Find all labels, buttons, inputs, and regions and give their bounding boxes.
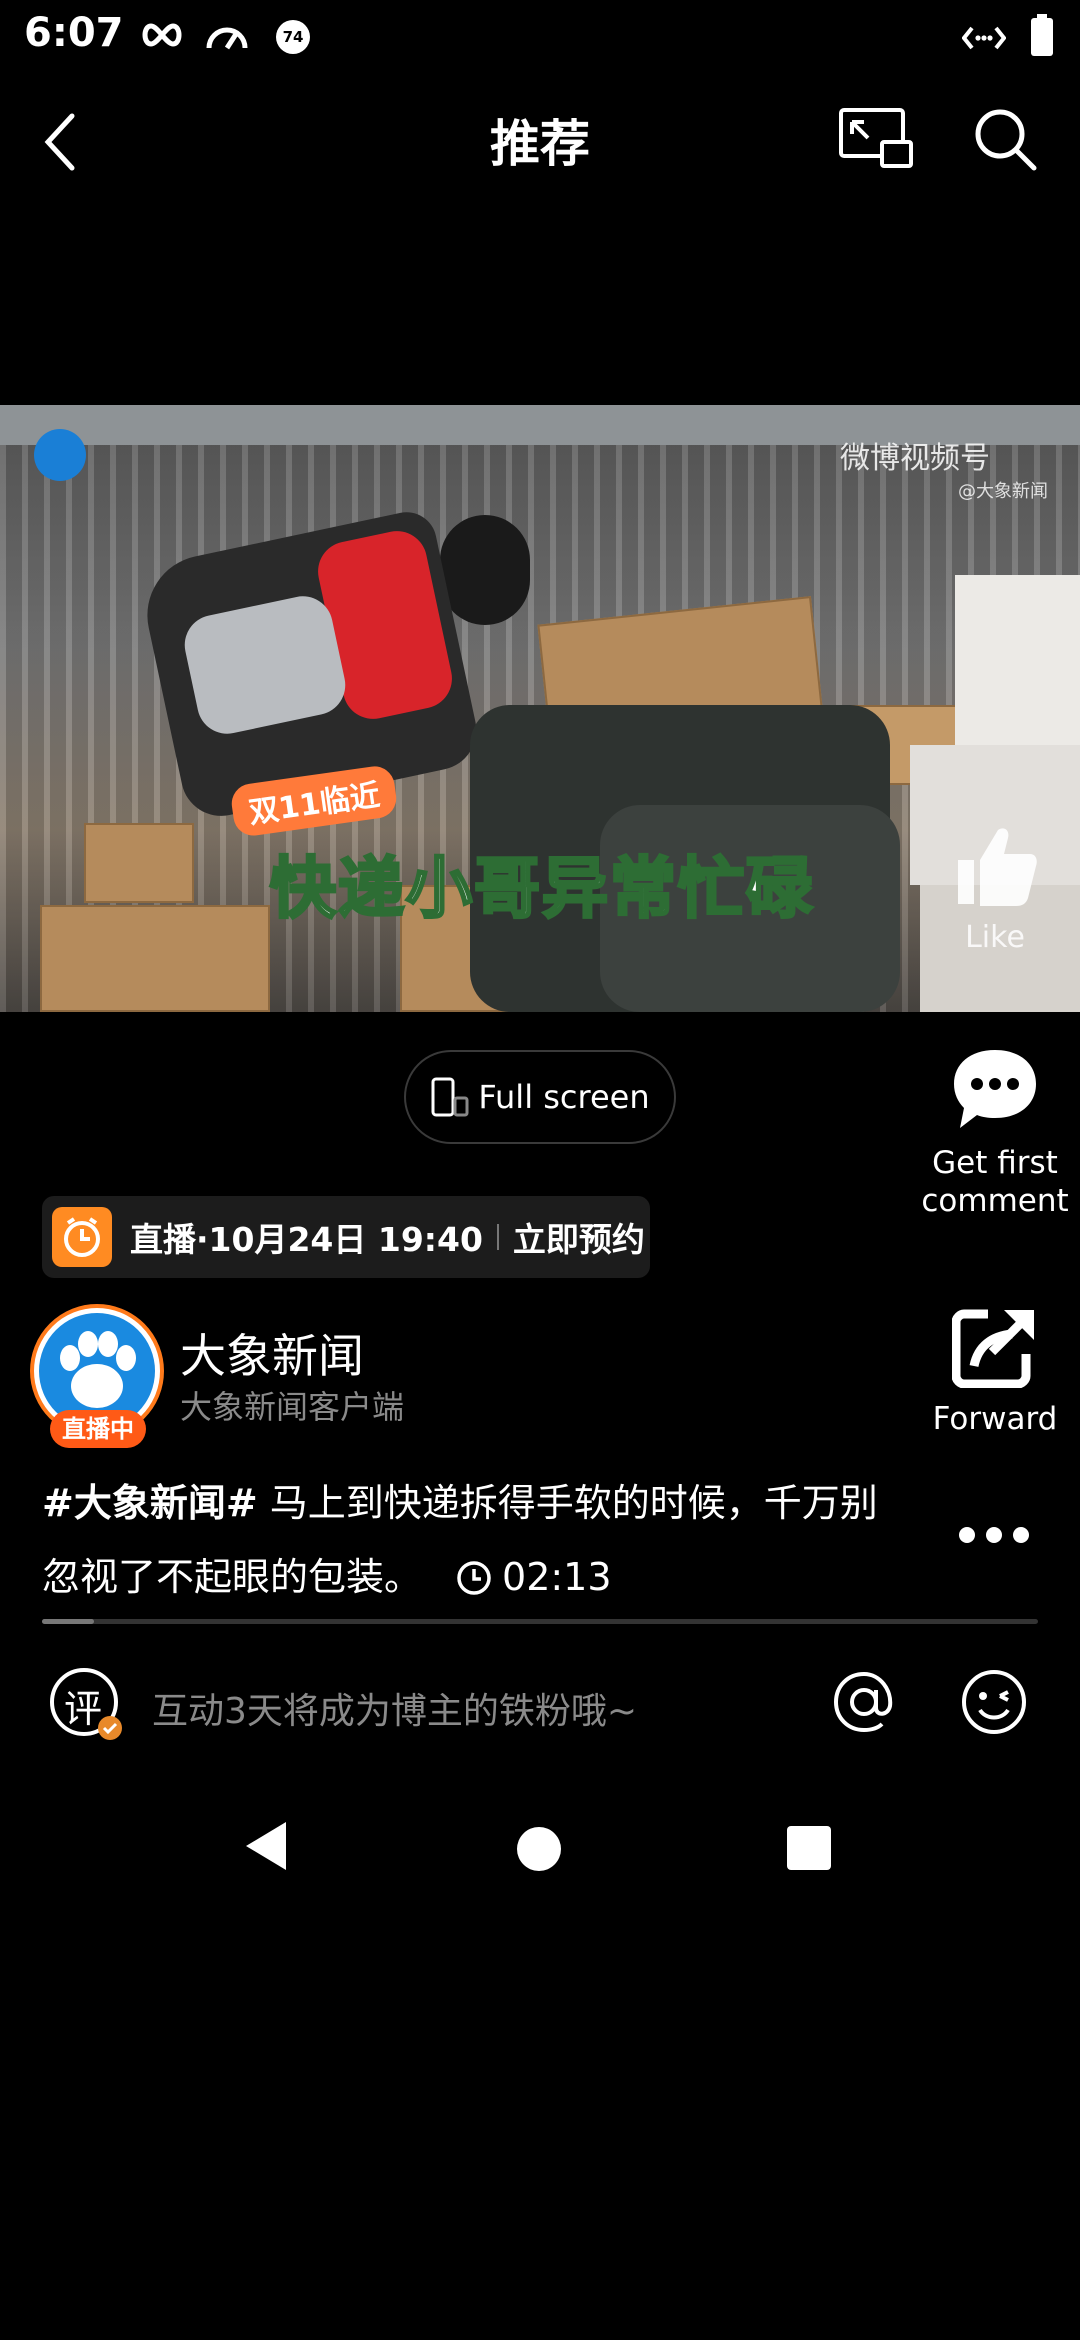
page-title: 推荐 bbox=[490, 115, 590, 173]
speedometer-icon bbox=[206, 27, 248, 50]
full-screen-label: Full screen bbox=[478, 1078, 650, 1116]
battery-icon bbox=[1031, 14, 1053, 56]
more-options-icon[interactable] bbox=[958, 1525, 1030, 1545]
comment-bubble-icon bbox=[954, 1050, 1036, 1128]
video-white-box bbox=[955, 575, 1080, 745]
alarm-clock-icon bbox=[52, 1207, 112, 1267]
forward-label: Forward bbox=[932, 1401, 1058, 1437]
forward-button[interactable]: Forward bbox=[910, 1306, 1080, 1438]
video-box bbox=[84, 823, 194, 903]
search-icon[interactable] bbox=[972, 106, 1038, 172]
divider bbox=[496, 1224, 499, 1250]
emoji-icon[interactable] bbox=[960, 1668, 1028, 1736]
post-caption: #大象新闻# 马上到快递拆得手软的时候，千万别忽视了不起眼的包装。 02:13 bbox=[42, 1466, 902, 1614]
weibo-watermark: 微博视频号 bbox=[840, 441, 990, 476]
like-label: Like bbox=[965, 920, 1025, 955]
thumbs-up-icon bbox=[958, 828, 1037, 906]
infinity-icon bbox=[142, 23, 182, 47]
duration-text: 02:13 bbox=[502, 1555, 612, 1599]
status-bar: 6:07 74 bbox=[0, 0, 1080, 72]
like-button[interactable]: Like bbox=[910, 820, 1080, 955]
comment-input[interactable] bbox=[150, 1676, 790, 1746]
status-time: 6:07 bbox=[24, 10, 124, 56]
nav-home-icon[interactable] bbox=[516, 1826, 562, 1872]
mention-icon[interactable] bbox=[830, 1668, 898, 1736]
video-progress-bar[interactable] bbox=[42, 1619, 1038, 1624]
notification-badge-icon: 74 bbox=[276, 20, 310, 54]
channel-logo bbox=[34, 429, 86, 481]
book-now-link[interactable]: 立即预约 bbox=[513, 1213, 645, 1261]
top-bar: 推荐 bbox=[0, 90, 1080, 190]
nav-back-icon[interactable] bbox=[242, 1818, 290, 1874]
video-box bbox=[40, 905, 270, 1012]
video-progress-fill bbox=[42, 1619, 94, 1624]
nav-recents-icon[interactable] bbox=[786, 1825, 832, 1871]
weibo-watermark-sub: @大象新闻 bbox=[958, 481, 1048, 502]
video-worker-head bbox=[440, 515, 530, 625]
comment-badge[interactable]: 评 bbox=[46, 1664, 126, 1748]
comment-button[interactable]: Get first comment bbox=[910, 1046, 1080, 1220]
author-subtitle: 大象新闻客户端 bbox=[180, 1388, 405, 1426]
video-overlay-title: 快递小哥异常忙碌 bbox=[269, 849, 814, 929]
share-icon bbox=[951, 1309, 1034, 1389]
data-transfer-icon bbox=[962, 26, 1006, 50]
comment-badge-char: 评 bbox=[64, 1687, 103, 1731]
live-schedule-text: 直播·10月24日 19:40 bbox=[130, 1220, 483, 1259]
full-screen-button[interactable]: Full screen bbox=[404, 1050, 676, 1144]
video-duration: 02:13 bbox=[456, 1555, 612, 1599]
picture-in-picture-icon[interactable] bbox=[838, 106, 914, 170]
hashtag-link[interactable]: #大象新闻# bbox=[42, 1481, 258, 1525]
comment-label: Get first comment bbox=[921, 1145, 1069, 1219]
live-appointment-banner[interactable]: 直播·10月24日 19:40 立即预约 bbox=[42, 1196, 650, 1278]
rotate-phone-icon bbox=[431, 1077, 469, 1117]
live-badge: 直播中 bbox=[50, 1410, 146, 1448]
clock-icon bbox=[457, 1561, 491, 1595]
author-name[interactable]: 大象新闻 bbox=[180, 1320, 364, 1386]
